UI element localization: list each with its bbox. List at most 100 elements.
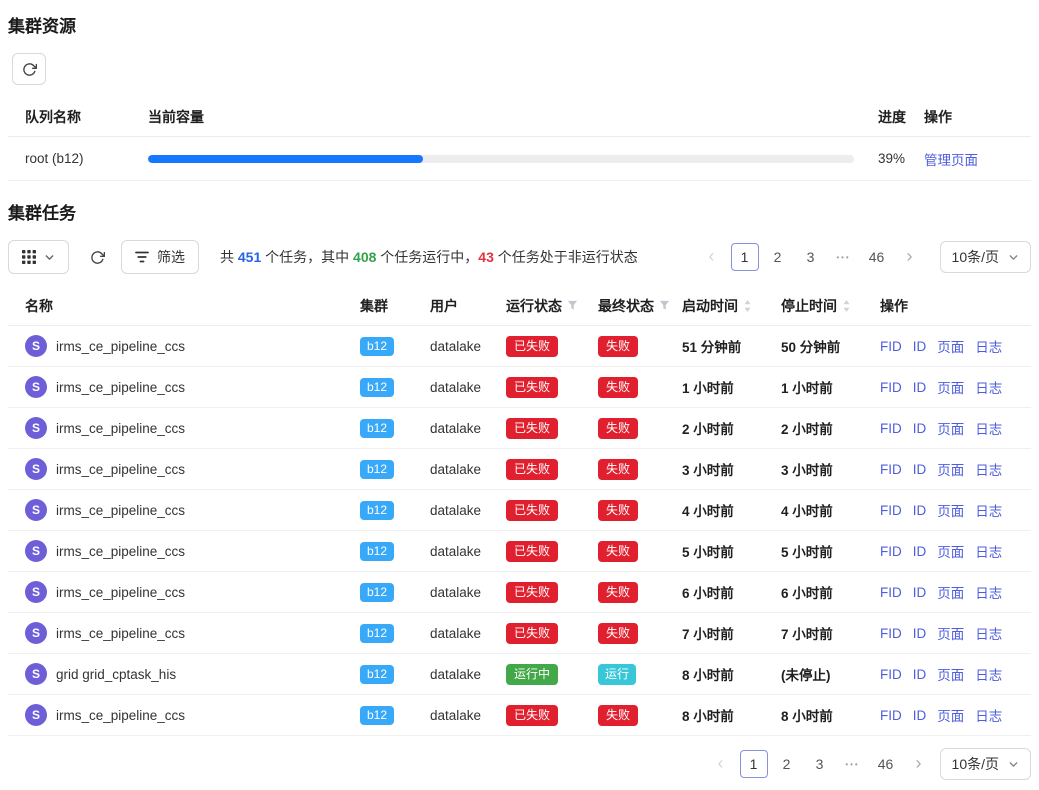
spark-avatar: S	[25, 335, 47, 357]
action-link-log[interactable]: 日志	[975, 582, 1002, 602]
task-actions-cell: FID ID 页面日志	[880, 582, 1014, 602]
pagination-bottom: ‹123•••46›	[707, 750, 933, 778]
action-link-log[interactable]: 日志	[975, 664, 1002, 684]
capacity-progress-fill	[148, 155, 423, 163]
action-link-id[interactable]: ID	[913, 503, 927, 518]
action-link-id[interactable]: ID	[913, 708, 927, 723]
task-name: grid grid_cptask_his	[56, 667, 176, 682]
spark-avatar: S	[25, 499, 47, 521]
stop-time: 5 小时前	[781, 541, 880, 561]
action-link-fid[interactable]: FID	[880, 462, 902, 477]
task-row: Sirms_ce_pipeline_ccsb12datalake已失败失败8 小…	[8, 695, 1031, 736]
column-header-queue-name: 队列名称	[25, 107, 148, 127]
pagination-page-2[interactable]: 2	[773, 750, 801, 778]
action-link-fid[interactable]: FID	[880, 380, 902, 395]
page-size-select-bottom[interactable]: 10条/页	[940, 748, 1031, 780]
action-link-fid[interactable]: FID	[880, 708, 902, 723]
start-time: 51 分钟前	[682, 336, 781, 356]
task-cluster-cell: b12	[360, 419, 430, 438]
summary-count: 43	[478, 249, 494, 265]
action-link-fid[interactable]: FID	[880, 667, 902, 682]
action-link-fid[interactable]: FID	[880, 544, 902, 559]
pagination-next-icon[interactable]: ›	[905, 750, 933, 778]
action-link-log[interactable]: 日志	[975, 336, 1002, 356]
action-link-log[interactable]: 日志	[975, 459, 1002, 479]
refresh-tasks-button[interactable]	[82, 241, 112, 273]
stop-time: 7 小时前	[781, 623, 880, 643]
run-status-badge: 已失败	[506, 377, 558, 398]
tasks-footer: ‹123•••46› 10条/页	[8, 736, 1031, 790]
action-link-page[interactable]: 页面	[937, 664, 964, 684]
pagination-page-46[interactable]: 46	[863, 243, 891, 271]
pagination-page-2[interactable]: 2	[764, 243, 792, 271]
pagination-page-46[interactable]: 46	[872, 750, 900, 778]
queue-table: 队列名称 当前容量 进度 操作 root (b12) 39% 管理页面	[8, 97, 1031, 181]
action-link-log[interactable]: 日志	[975, 377, 1002, 397]
pagination-ellipsis: •••	[830, 243, 858, 271]
action-link-log[interactable]: 日志	[975, 418, 1002, 438]
pagination-page-1[interactable]: 1	[740, 750, 768, 778]
action-link-id[interactable]: ID	[913, 421, 927, 436]
filter-funnel-icon[interactable]	[567, 300, 578, 311]
cluster-badge: b12	[360, 583, 394, 602]
action-link-id[interactable]: ID	[913, 626, 927, 641]
filter-button-label: 筛选	[157, 247, 185, 267]
filter-funnel-icon[interactable]	[659, 300, 670, 311]
run-status-cell: 运行中	[506, 664, 598, 685]
action-link-fid[interactable]: FID	[880, 421, 902, 436]
task-actions-cell: FID ID 页面日志	[880, 705, 1014, 725]
view-layout-button[interactable]	[8, 240, 69, 274]
action-link-id[interactable]: ID	[913, 585, 927, 600]
sort-icon[interactable]	[743, 299, 752, 313]
summary-text: 个任务处于非运行状态	[494, 249, 638, 265]
action-link-page[interactable]: 页面	[937, 377, 964, 397]
action-link-fid[interactable]: FID	[880, 503, 902, 518]
action-link-page[interactable]: 页面	[937, 336, 964, 356]
task-actions-cell: FID ID 页面日志	[880, 418, 1014, 438]
queue-capacity-cell	[148, 155, 878, 163]
manage-page-link[interactable]: 管理页面	[924, 153, 978, 168]
action-link-id[interactable]: ID	[913, 339, 927, 354]
queue-progress-percent: 39%	[878, 151, 924, 166]
action-link-id[interactable]: ID	[913, 380, 927, 395]
task-cluster-cell: b12	[360, 665, 430, 684]
pagination-page-1[interactable]: 1	[731, 243, 759, 271]
action-link-page[interactable]: 页面	[937, 459, 964, 479]
action-link-fid[interactable]: FID	[880, 585, 902, 600]
column-label: 停止时间	[781, 296, 837, 316]
action-link-page[interactable]: 页面	[937, 541, 964, 561]
action-link-page[interactable]: 页面	[937, 500, 964, 520]
action-link-log[interactable]: 日志	[975, 705, 1002, 725]
action-link-id[interactable]: ID	[913, 667, 927, 682]
task-actions-cell: FID ID 页面日志	[880, 336, 1014, 356]
action-link-page[interactable]: 页面	[937, 705, 964, 725]
task-user: datalake	[430, 339, 506, 354]
start-time: 2 小时前	[682, 418, 781, 438]
action-link-page[interactable]: 页面	[937, 623, 964, 643]
task-user: datalake	[430, 380, 506, 395]
task-count-summary: 共 451 个任务，其中 408 个任务运行中，43 个任务处于非运行状态	[220, 247, 638, 267]
pagination-page-3[interactable]: 3	[797, 243, 825, 271]
action-link-page[interactable]: 页面	[937, 582, 964, 602]
summary-text: 个任务，其中	[261, 249, 353, 265]
refresh-resources-button[interactable]	[12, 53, 46, 85]
action-link-log[interactable]: 日志	[975, 623, 1002, 643]
task-name: irms_ce_pipeline_ccs	[56, 544, 185, 559]
column-label: 用户	[430, 296, 458, 316]
sort-icon[interactable]	[842, 299, 851, 313]
action-link-id[interactable]: ID	[913, 462, 927, 477]
final-status-badge: 失败	[598, 623, 638, 644]
task-user: datalake	[430, 462, 506, 477]
page-size-select-top[interactable]: 10条/页	[940, 241, 1031, 273]
pagination-page-3[interactable]: 3	[806, 750, 834, 778]
action-link-page[interactable]: 页面	[937, 418, 964, 438]
action-link-log[interactable]: 日志	[975, 541, 1002, 561]
action-link-fid[interactable]: FID	[880, 339, 902, 354]
task-cluster-cell: b12	[360, 624, 430, 643]
action-link-log[interactable]: 日志	[975, 500, 1002, 520]
action-link-id[interactable]: ID	[913, 544, 927, 559]
pagination-next-icon[interactable]: ›	[896, 243, 924, 271]
action-link-fid[interactable]: FID	[880, 626, 902, 641]
filter-button[interactable]: 筛选	[121, 240, 199, 274]
final-status-cell: 失败	[598, 541, 682, 562]
